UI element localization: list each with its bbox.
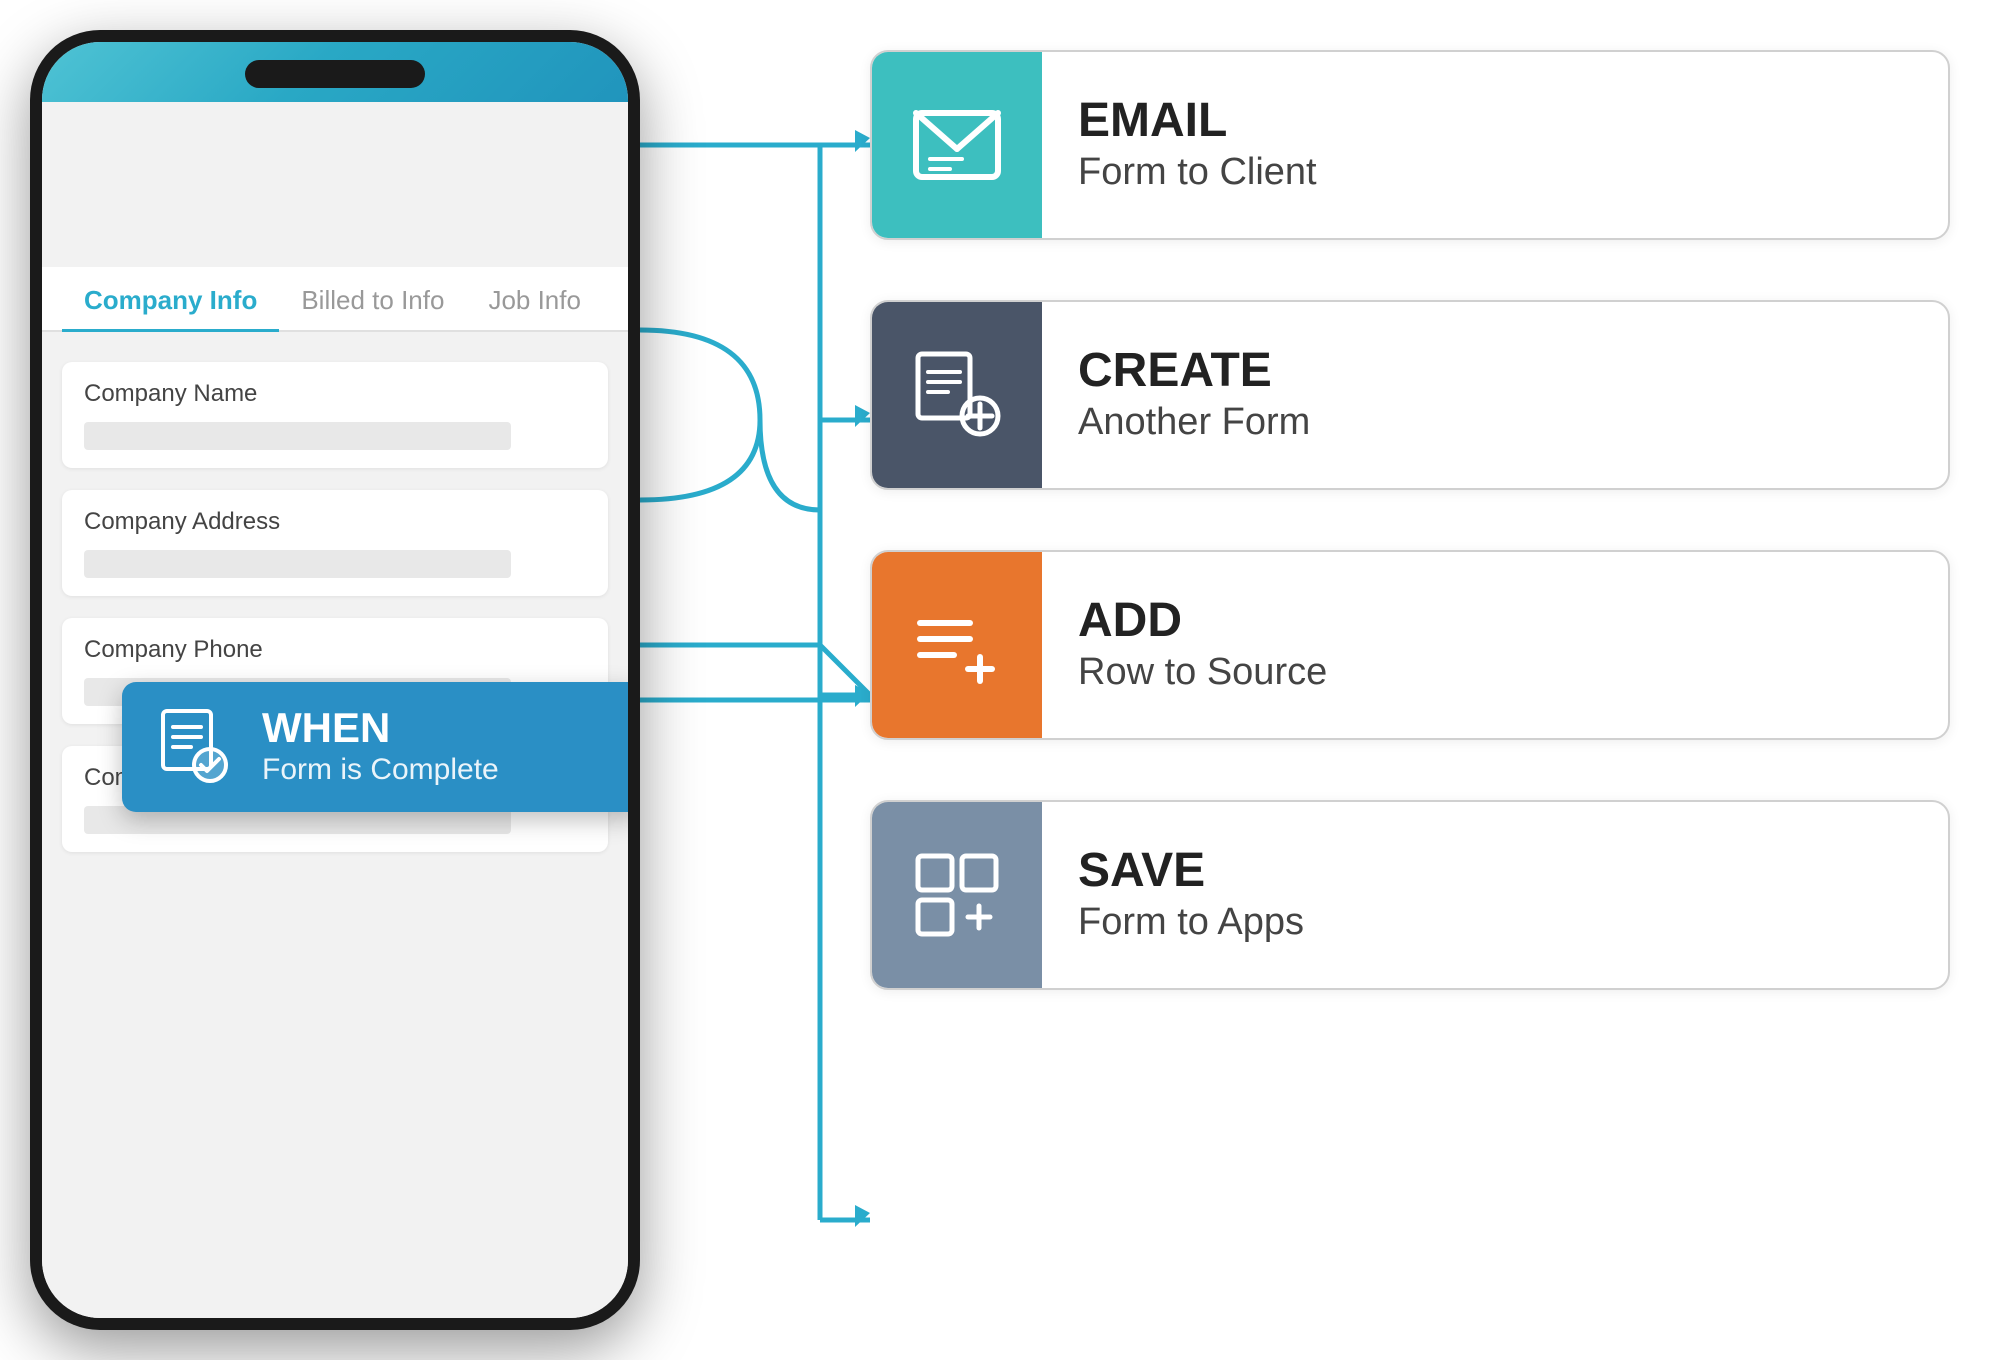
card-save-icon-box	[872, 802, 1042, 988]
phone-inner: Company Info Billed to Info Job Info Com…	[42, 42, 628, 1318]
field-company-name-input[interactable]	[84, 422, 511, 450]
card-save: SAVE Form to Apps	[870, 800, 1950, 990]
when-box: WHEN Form is Complete	[122, 682, 628, 812]
card-add: ADD Row to Source	[870, 550, 1950, 740]
tab-job-info[interactable]: Job Info	[466, 267, 603, 330]
card-create: CREATE Another Form	[870, 300, 1950, 490]
when-icon-box	[150, 702, 240, 792]
tab-company-info[interactable]: Company Info	[62, 267, 279, 330]
email-icon	[912, 109, 1002, 181]
field-company-address-input[interactable]	[84, 550, 511, 578]
phone-screen: Company Info Billed to Info Job Info Com…	[42, 102, 628, 1318]
card-add-text: ADD Row to Source	[1042, 597, 1363, 694]
phone-notch	[245, 60, 425, 88]
card-email-text: EMAIL Form to Client	[1042, 97, 1353, 194]
add-row-icon	[912, 605, 1002, 685]
tab-billed-to-info[interactable]: Billed to Info	[279, 267, 466, 330]
card-email-icon-box	[872, 52, 1042, 238]
form-area: Company Name Company Address Company Pho…	[42, 342, 628, 1318]
card-create-icon-box	[872, 302, 1042, 488]
card-create-text: CREATE Another Form	[1042, 347, 1346, 444]
field-company-name[interactable]: Company Name	[62, 362, 608, 468]
create-form-icon	[912, 350, 1002, 440]
field-company-address[interactable]: Company Address	[62, 490, 608, 596]
phone: Company Info Billed to Info Job Info Com…	[30, 30, 640, 1330]
card-add-icon-box	[872, 552, 1042, 738]
card-email: EMAIL Form to Client	[870, 50, 1950, 240]
phone-tabs: Company Info Billed to Info Job Info	[42, 267, 628, 332]
save-apps-icon	[912, 850, 1002, 940]
right-section: EMAIL Form to Client CR	[870, 50, 1950, 990]
form-check-icon	[155, 707, 235, 787]
canvas: Company Info Billed to Info Job Info Com…	[0, 0, 2015, 1360]
card-save-text: SAVE Form to Apps	[1042, 847, 1340, 944]
when-text-area: WHEN Form is Complete	[262, 707, 499, 787]
